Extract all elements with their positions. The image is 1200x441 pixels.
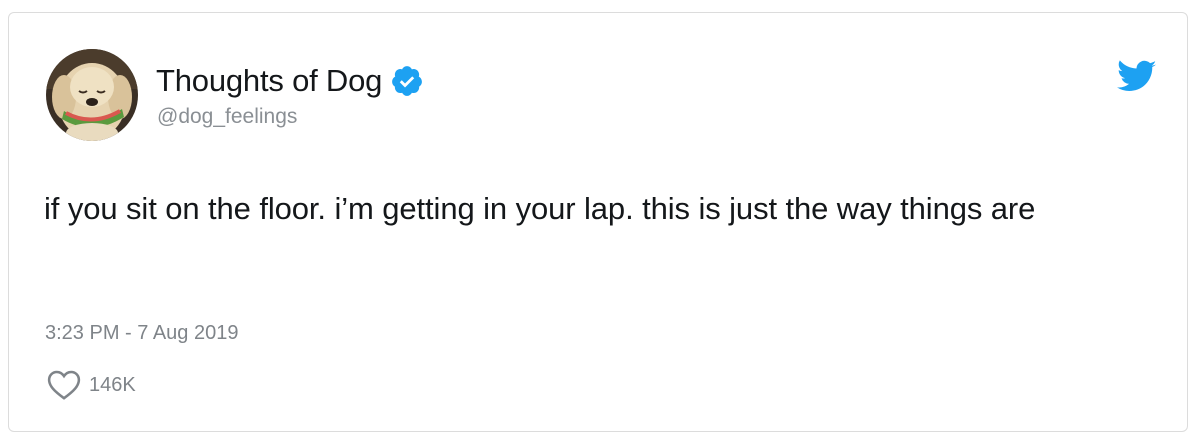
- avatar[interactable]: [46, 49, 138, 141]
- verified-badge-icon: [390, 64, 424, 98]
- tweet-text: if you sit on the floor. i’m getting in …: [44, 191, 1036, 226]
- twitter-bird-icon[interactable]: [1117, 59, 1157, 95]
- author-display-name[interactable]: Thoughts of Dog: [156, 63, 382, 99]
- dog-avatar-icon: [46, 49, 138, 141]
- author-handle[interactable]: @dog_feelings: [157, 105, 297, 129]
- like-action[interactable]: 146K: [47, 369, 136, 401]
- heart-icon[interactable]: [47, 369, 81, 401]
- tweet-card[interactable]: Thoughts of Dog @dog_feelings if you sit…: [8, 12, 1188, 432]
- author-row: Thoughts of Dog: [156, 61, 424, 101]
- tweet-timestamp[interactable]: 3:23 PM - 7 Aug 2019: [45, 322, 238, 345]
- like-count: 146K: [89, 373, 136, 396]
